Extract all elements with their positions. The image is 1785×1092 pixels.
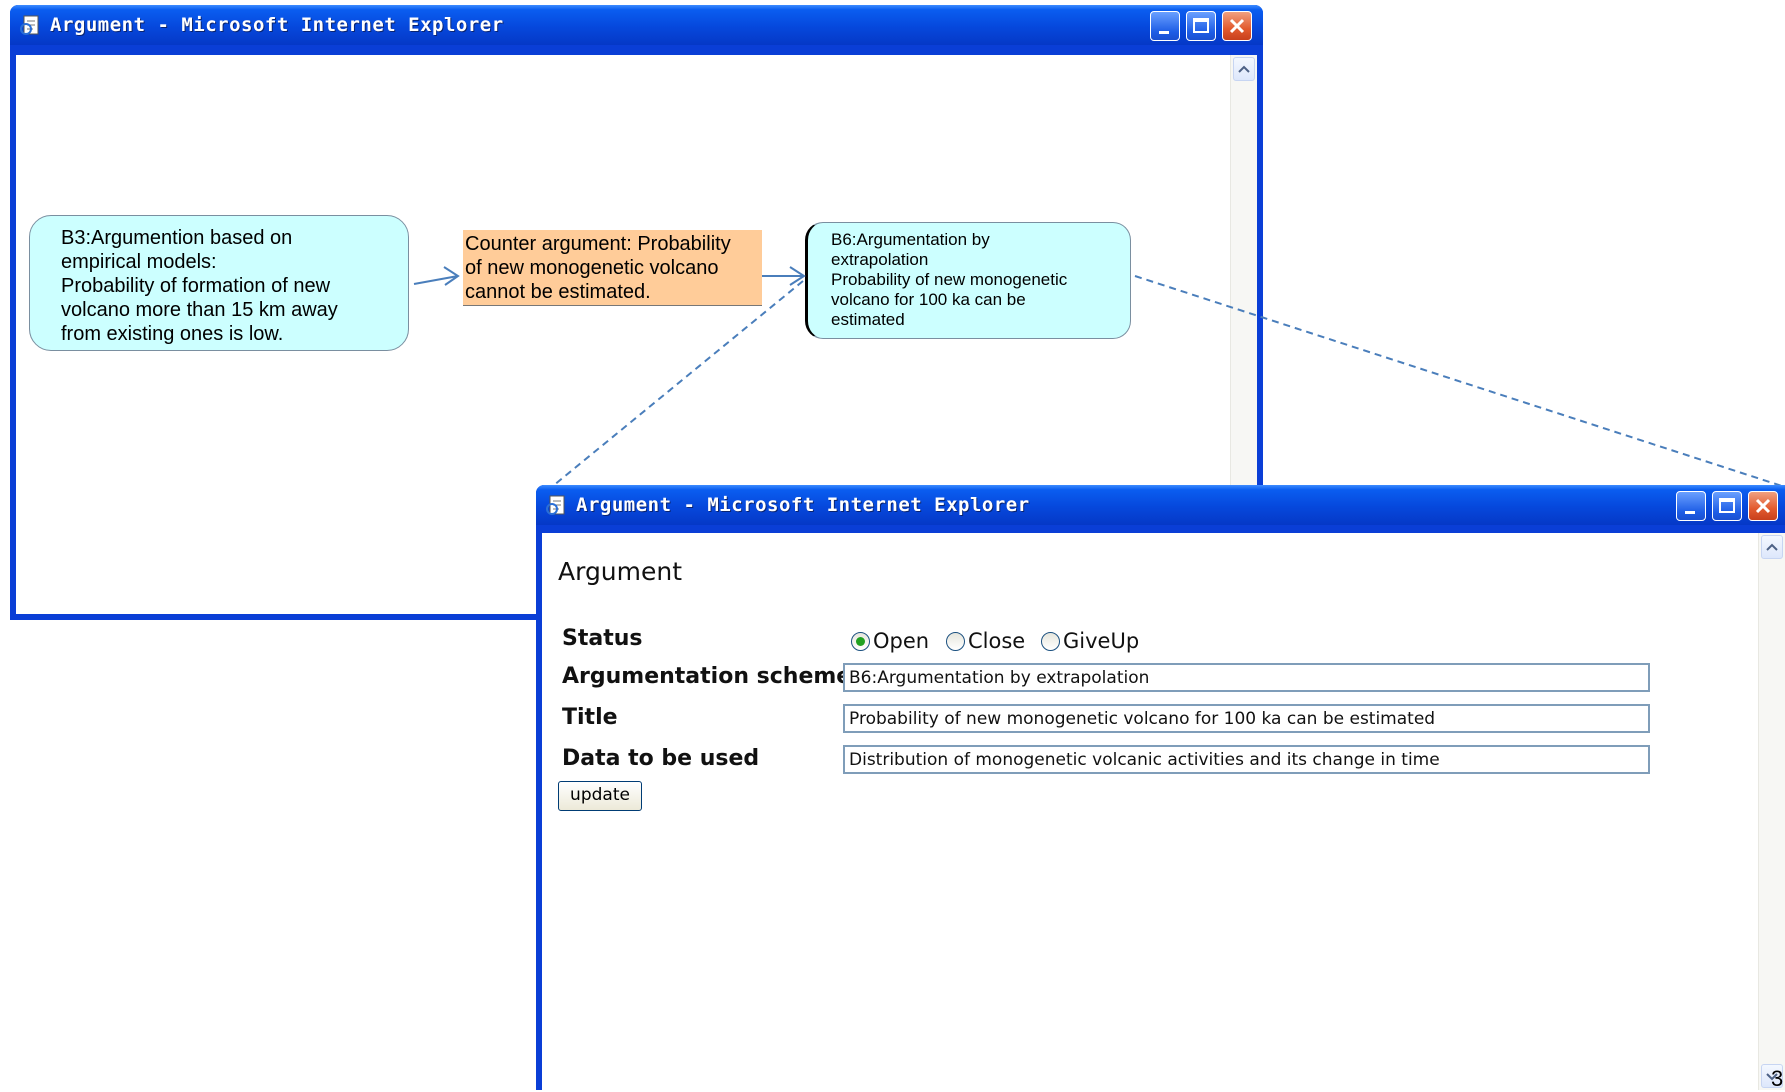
node-line: of new monogenetic volcano xyxy=(465,257,719,279)
radio-label: GiveUp xyxy=(1063,629,1140,653)
minimize-button[interactable] xyxy=(1676,491,1706,521)
scroll-up-button[interactable] xyxy=(1761,535,1783,559)
node-line: B3:Argumention based on xyxy=(61,227,293,249)
node-line: volcano for 100 ka can be xyxy=(831,290,1026,309)
status-option-open[interactable]: Open xyxy=(851,629,941,654)
argument-node-b6[interactable]: B6:Argumentation by extrapolation Probab… xyxy=(805,222,1131,339)
counter-argument-node[interactable]: Counter argument: Probability of new mon… xyxy=(463,230,762,306)
title-input[interactable]: Probability of new monogenetic volcano f… xyxy=(843,704,1650,733)
data-to-be-used-input[interactable]: Distribution of monogenetic volcanic act… xyxy=(843,745,1650,774)
node-line: Probability of formation of new xyxy=(61,275,331,297)
ie-page-icon xyxy=(20,15,39,35)
argument-window-front: Argument - Microsoft Internet Explorer A… xyxy=(536,485,1785,1090)
argumentation-scheme-input[interactable]: B6:Argumentation by extrapolation xyxy=(843,663,1650,692)
status-option-close[interactable]: Close xyxy=(946,629,1036,654)
ie-page-icon xyxy=(546,495,565,515)
argumentation-scheme-label: Argumentation scheme xyxy=(562,664,852,689)
node-line: estimated xyxy=(831,310,905,329)
node-line: cannot be estimated. xyxy=(465,281,651,303)
minimize-icon xyxy=(1159,31,1169,34)
status-radio-group: Open Close GiveUp xyxy=(851,629,1171,656)
close-button[interactable] xyxy=(1222,11,1252,41)
node-line: Counter argument: Probability xyxy=(465,233,731,255)
page-number: 3 xyxy=(1771,1066,1784,1091)
node-line: Probability of new monogenetic xyxy=(831,270,1068,289)
window-title: Argument - Microsoft Internet Explorer xyxy=(50,14,504,36)
minimize-button[interactable] xyxy=(1150,11,1180,41)
maximize-icon xyxy=(1719,498,1735,513)
node-line: B6:Argumentation by xyxy=(831,230,990,249)
window-content: Argument Status Open Close GiveUp Argume… xyxy=(542,533,1785,1090)
radio-label: Close xyxy=(968,629,1026,653)
update-button[interactable]: update xyxy=(558,781,642,811)
maximize-icon xyxy=(1193,18,1209,33)
title-bar[interactable]: Argument - Microsoft Internet Explorer xyxy=(10,5,1263,45)
radio-button[interactable] xyxy=(946,632,965,651)
maximize-button[interactable] xyxy=(1186,11,1216,41)
vertical-scrollbar[interactable] xyxy=(1758,533,1785,1090)
node-line: volcano more than 15 km away xyxy=(61,299,338,321)
close-icon xyxy=(1755,498,1771,514)
maximize-button[interactable] xyxy=(1712,491,1742,521)
node-line: from existing ones is low. xyxy=(61,323,284,345)
form-heading: Argument xyxy=(558,557,683,586)
minimize-icon xyxy=(1685,511,1695,514)
node-line: empirical models: xyxy=(61,251,217,273)
data-to-be-used-label: Data to be used xyxy=(562,746,760,771)
status-option-giveup[interactable]: GiveUp xyxy=(1041,629,1151,654)
chevron-up-icon xyxy=(1766,543,1778,551)
title-bar[interactable]: Argument - Microsoft Internet Explorer xyxy=(536,485,1785,525)
radio-button[interactable] xyxy=(1041,632,1060,651)
close-button[interactable] xyxy=(1748,491,1778,521)
scroll-up-button[interactable] xyxy=(1233,57,1255,81)
radio-label: Open xyxy=(873,629,930,653)
window-title: Argument - Microsoft Internet Explorer xyxy=(576,494,1030,516)
status-label: Status xyxy=(562,626,643,651)
argument-node-b3[interactable]: B3:Argumention based on empirical models… xyxy=(29,215,409,351)
chevron-up-icon xyxy=(1238,65,1250,73)
title-label: Title xyxy=(562,705,618,730)
close-icon xyxy=(1229,18,1245,34)
node-line: extrapolation xyxy=(831,250,929,269)
radio-button[interactable] xyxy=(851,632,870,651)
